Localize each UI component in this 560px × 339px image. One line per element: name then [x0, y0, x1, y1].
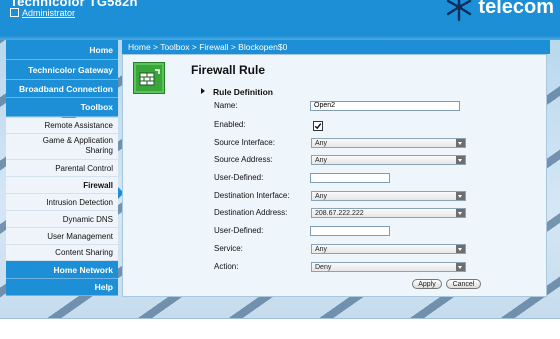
- sidebar: Home Technicolor Gateway Broadband Conne…: [6, 40, 124, 296]
- sidebar-item-label: Dynamic DNS: [62, 215, 113, 224]
- brand-name: telecom: [478, 0, 554, 18]
- destination-address-select[interactable]: 208.67.222.222: [311, 208, 466, 218]
- brand-logo: telecom: [444, 0, 554, 22]
- section-expand-icon[interactable]: [201, 88, 205, 94]
- sidebar-item-game-application-sharing[interactable]: Game & Application Sharing: [6, 134, 118, 160]
- source-user-defined-input[interactable]: [310, 173, 390, 183]
- action-label: Action:: [214, 262, 239, 271]
- sidebar-item-broadband-connection[interactable]: Broadband Connection: [6, 80, 118, 98]
- chevron-down-icon: [456, 245, 465, 253]
- source-interface-value: Any: [315, 140, 328, 147]
- chevron-down-icon: [456, 263, 465, 271]
- page-title: Firewall Rule: [191, 63, 266, 77]
- source-user-defined-label: User-Defined:: [214, 173, 264, 182]
- sidebar-item-parental-control[interactable]: Parental Control: [6, 160, 118, 177]
- name-label: Name:: [214, 101, 238, 110]
- chevron-down-icon: [456, 139, 465, 147]
- action-select[interactable]: Deny: [311, 262, 466, 272]
- sidebar-item-remote-assistance[interactable]: Remote Assistance: [6, 118, 118, 134]
- sidebar-item-label: Toolbox: [80, 102, 113, 112]
- sidebar-item-label: User Management: [47, 232, 113, 241]
- sidebar-item-label: Firewall: [83, 181, 113, 190]
- sidebar-item-intrusion-detection[interactable]: Intrusion Detection: [6, 194, 118, 211]
- administrator-link[interactable]: Administrator: [10, 8, 75, 18]
- sidebar-item-label: Remote Assistance: [44, 121, 113, 130]
- sidebar-item-home[interactable]: Home: [6, 40, 118, 60]
- destination-user-defined-label: User-Defined:: [214, 226, 264, 235]
- sidebar-item-help[interactable]: Help: [6, 279, 118, 296]
- sidebar-item-label: Technicolor Gateway: [28, 65, 113, 75]
- sidebar-item-content-sharing[interactable]: Content Sharing: [6, 245, 118, 261]
- administrator-link-label: Administrator: [22, 8, 76, 18]
- destination-interface-label: Destination Interface:: [214, 191, 290, 200]
- sidebar-item-label: Content Sharing: [55, 248, 113, 257]
- sidebar-item-label: Broadband Connection: [19, 84, 113, 94]
- source-address-label: Source Address:: [214, 155, 273, 164]
- sidebar-item-technicolor-gateway[interactable]: Technicolor Gateway: [6, 60, 118, 80]
- chevron-down-icon: [456, 209, 465, 217]
- breadcrumb: Home > Toolbox > Firewall > Blockopen$0: [122, 40, 550, 54]
- service-select[interactable]: Any: [311, 244, 466, 254]
- enabled-label: Enabled:: [214, 120, 246, 129]
- checkmark-icon: [314, 123, 322, 130]
- footer-divider: [0, 318, 560, 319]
- destination-interface-value: Any: [315, 193, 328, 200]
- sidebar-item-toolbox[interactable]: Toolbox: [6, 98, 118, 117]
- source-interface-label: Source Interface:: [214, 138, 275, 147]
- starburst-icon: [447, 0, 472, 22]
- enabled-checkbox[interactable]: [313, 121, 323, 131]
- cancel-button[interactable]: Cancel: [446, 279, 481, 289]
- header-bar: Technicolor TG582n Administrator telecom: [0, 0, 560, 40]
- apply-button[interactable]: Apply: [412, 279, 442, 289]
- sidebar-item-label: Parental Control: [55, 164, 113, 173]
- sidebar-item-label: Home Network: [53, 265, 113, 275]
- firewall-rule-panel: Firewall Rule Rule Definition Name: Enab…: [122, 54, 547, 297]
- destination-interface-select[interactable]: Any: [311, 191, 466, 201]
- sidebar-item-user-management[interactable]: User Management: [6, 228, 118, 245]
- sidebar-item-firewall[interactable]: Firewall: [6, 177, 118, 194]
- service-label: Service:: [214, 244, 243, 253]
- source-address-select[interactable]: Any: [311, 155, 466, 165]
- section-title: Rule Definition: [213, 87, 273, 97]
- firewall-icon: [133, 62, 165, 94]
- footer-area: [0, 318, 560, 339]
- user-icon: [10, 8, 19, 17]
- service-value: Any: [315, 246, 328, 253]
- sidebar-item-dynamic-dns[interactable]: Dynamic DNS: [6, 211, 118, 228]
- action-value: Deny: [315, 264, 332, 271]
- destination-address-label: Destination Address:: [214, 208, 288, 217]
- chevron-down-icon: [456, 156, 465, 164]
- sidebar-item-label: Help: [94, 282, 113, 292]
- name-input[interactable]: [310, 101, 460, 111]
- sidebar-item-label: Intrusion Detection: [46, 198, 113, 207]
- source-interface-select[interactable]: Any: [311, 138, 466, 148]
- sidebar-item-home-network[interactable]: Home Network: [6, 261, 118, 279]
- destination-user-defined-input[interactable]: [310, 226, 390, 236]
- sidebar-item-label: Home: [89, 45, 113, 55]
- destination-address-value: 208.67.222.222: [315, 210, 364, 217]
- sidebar-item-label-line1: Game & Application: [42, 136, 113, 145]
- sidebar-item-label-line2: Sharing: [85, 146, 113, 155]
- source-address-value: Any: [315, 157, 328, 164]
- chevron-down-icon: [456, 192, 465, 200]
